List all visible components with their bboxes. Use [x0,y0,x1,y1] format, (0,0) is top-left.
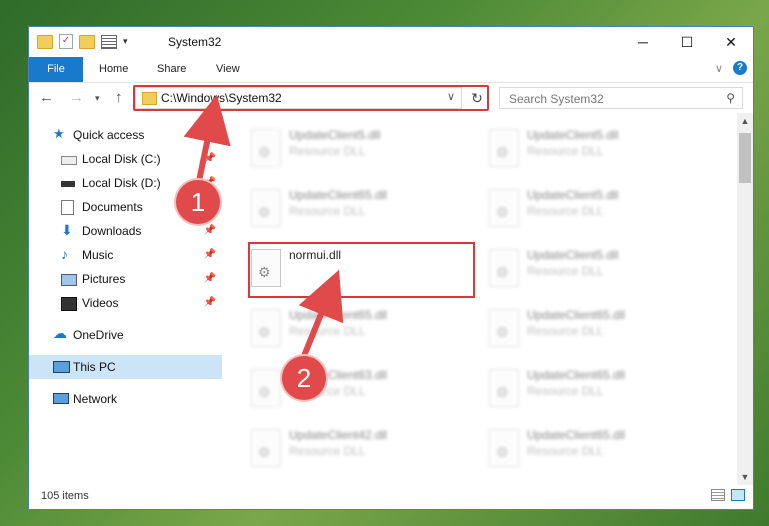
step-1-marker: 1 [176,180,220,224]
step-2-marker: 2 [282,356,326,400]
annotation-arrows [183,94,344,359]
arrow-to-normui-file [298,269,344,359]
arrow-to-address-bar [183,94,231,189]
